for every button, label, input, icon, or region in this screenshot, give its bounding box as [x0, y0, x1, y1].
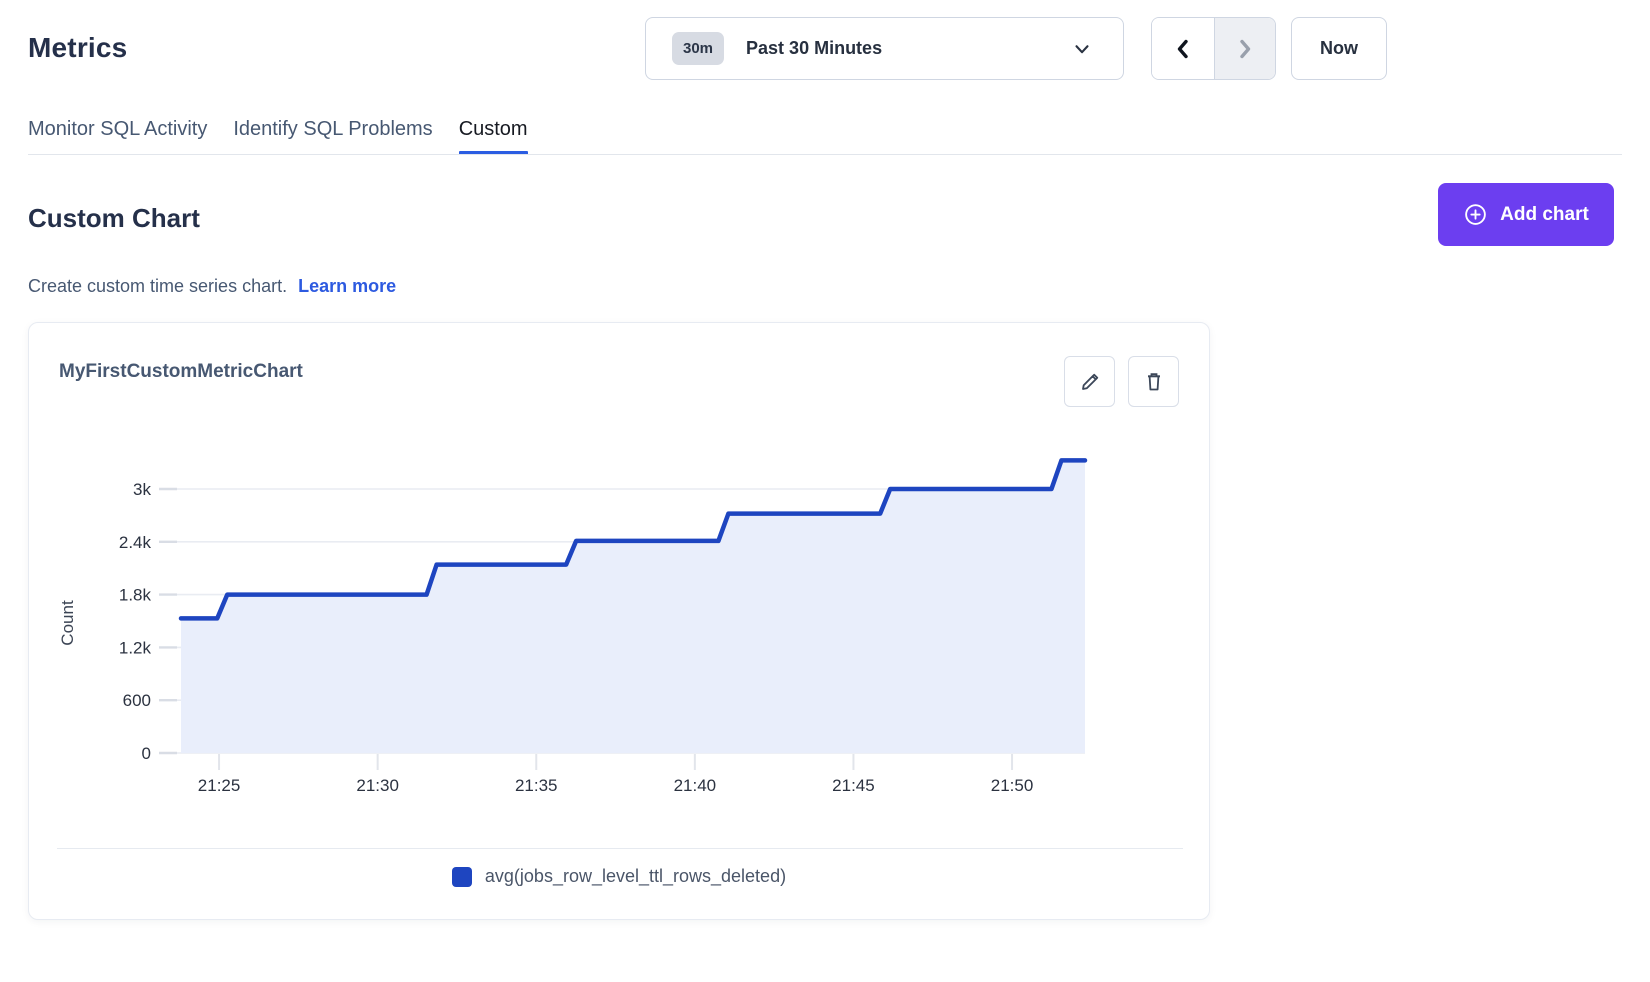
learn-more-link[interactable]: Learn more — [298, 276, 396, 296]
add-chart-button[interactable]: Add chart — [1438, 183, 1614, 246]
chevron-left-icon — [1172, 37, 1194, 61]
time-series-chart: 0 600 1.2k 1.8k 2.4k 3k 21:25 21:30 21:35 21:40 21… — [29, 403, 1211, 843]
metrics-tabs: Monitor SQL Activity Identify SQL Proble… — [28, 118, 528, 155]
chart-legend: avg(jobs_row_level_ttl_rows_deleted) — [29, 866, 1209, 887]
prev-time-button[interactable] — [1152, 18, 1214, 79]
legend-label: avg(jobs_row_level_ttl_rows_deleted) — [485, 866, 786, 887]
legend-swatch — [452, 867, 472, 887]
tabs-divider — [28, 154, 1622, 155]
svg-text:21:45: 21:45 — [832, 776, 875, 795]
svg-text:2.4k: 2.4k — [119, 533, 152, 552]
section-title: Custom Chart — [28, 203, 200, 234]
svg-text:3k: 3k — [133, 480, 151, 499]
add-chart-label: Add chart — [1500, 204, 1589, 226]
plus-circle-icon — [1463, 202, 1488, 227]
svg-text:21:40: 21:40 — [674, 776, 717, 795]
pencil-icon — [1078, 370, 1102, 394]
svg-text:1.8k: 1.8k — [119, 586, 152, 605]
tab-custom[interactable]: Custom — [459, 118, 528, 155]
tab-identify-sql-problems[interactable]: Identify SQL Problems — [233, 118, 432, 155]
svg-text:600: 600 — [123, 691, 151, 710]
svg-text:0: 0 — [142, 744, 151, 763]
page-title: Metrics — [28, 32, 127, 64]
chevron-right-icon — [1234, 37, 1256, 61]
tab-monitor-sql-activity[interactable]: Monitor SQL Activity — [28, 118, 207, 155]
metrics-page: Metrics 30m Past 30 Minutes Now Monitor … — [0, 0, 1650, 982]
svg-text:Count: Count — [58, 600, 77, 646]
svg-text:21:30: 21:30 — [356, 776, 399, 795]
chevron-down-icon — [1071, 38, 1093, 60]
chart-title: MyFirstCustomMetricChart — [59, 361, 303, 383]
time-range-label: Past 30 Minutes — [746, 38, 882, 59]
time-range-badge: 30m — [672, 32, 724, 65]
legend-divider — [57, 848, 1183, 849]
svg-text:21:25: 21:25 — [198, 776, 241, 795]
time-nav-buttons — [1151, 17, 1276, 80]
next-time-button[interactable] — [1214, 18, 1276, 79]
edit-chart-button[interactable] — [1064, 356, 1115, 407]
trash-icon — [1142, 370, 1166, 394]
section-description: Create custom time series chart. — [28, 276, 287, 296]
delete-chart-button[interactable] — [1128, 356, 1179, 407]
now-button[interactable]: Now — [1291, 17, 1387, 80]
svg-text:21:35: 21:35 — [515, 776, 558, 795]
svg-text:1.2k: 1.2k — [119, 638, 152, 657]
section-subtitle: Create custom time series chart. Learn m… — [28, 276, 396, 297]
svg-text:21:50: 21:50 — [991, 776, 1034, 795]
custom-chart-card: MyFirstCustomMetricChart 0 600 1.2k 1.8k 2.4… — [28, 322, 1210, 920]
time-range-dropdown[interactable]: 30m Past 30 Minutes — [645, 17, 1124, 80]
